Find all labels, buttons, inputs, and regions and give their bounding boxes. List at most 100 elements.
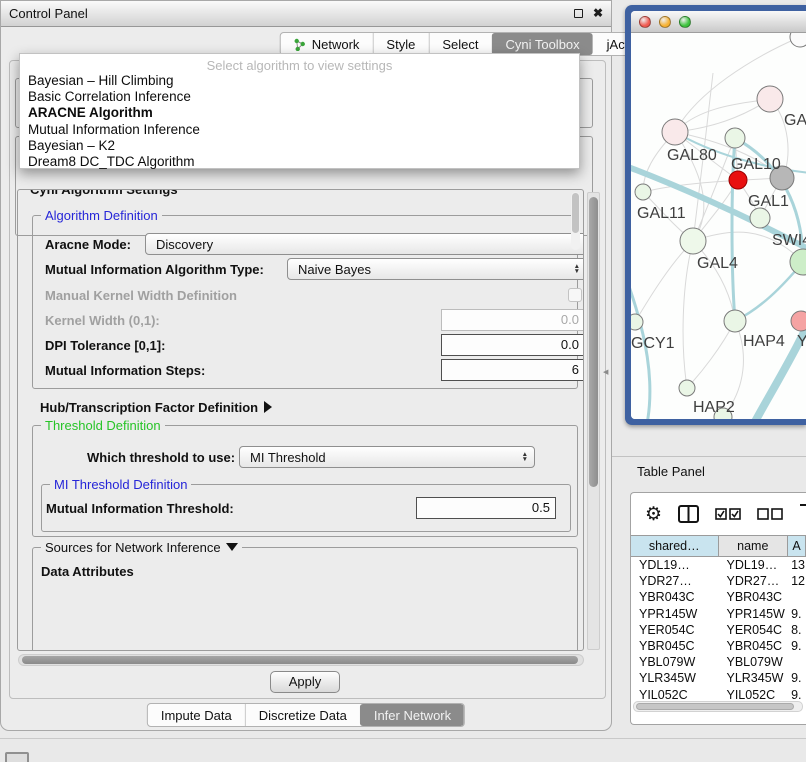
control-panel-titlebar[interactable]: Control Panel ✖ (1, 1, 611, 27)
network-node[interactable] (662, 119, 688, 145)
network-node-label: SWI4 (772, 232, 806, 249)
table-cell: YPR145W (631, 606, 718, 622)
zoom-traffic-light[interactable] (679, 16, 691, 28)
table-row[interactable]: YIL052CYIL052C9. (631, 687, 806, 702)
network-node[interactable] (724, 310, 746, 332)
minimize-traffic-light[interactable] (659, 16, 671, 28)
table-row[interactable]: YER054CYER054C8. (631, 622, 806, 638)
down-arrow-icon (226, 543, 238, 551)
bottom-tabs: Impute DataDiscretize DataInfer Network (147, 703, 465, 727)
table-cell (788, 589, 806, 605)
table-row[interactable]: YBR043CYBR043C (631, 589, 806, 605)
table-panel-title: Table Panel (637, 464, 705, 479)
table-header: shared…nameA (631, 535, 806, 557)
network-node[interactable] (725, 128, 745, 148)
tab-select[interactable]: Select (428, 33, 491, 55)
control-panel-window: Control Panel ✖ NetworkStyleSelectCyni T… (0, 0, 612, 731)
right-arrow-icon (264, 401, 272, 413)
network-node[interactable] (729, 171, 747, 189)
algorithm-definition-group: Algorithm Definition Aracne Mode: Discov… (32, 215, 578, 389)
network-window-titlebar[interactable] (631, 11, 806, 33)
table-row[interactable]: YBR045CYBR045C9. (631, 638, 806, 654)
manual-kernel-width-checkbox[interactable] (568, 288, 582, 302)
kernel-width-label: Kernel Width (0,1): (45, 313, 160, 328)
mi-threshold-label: Mutual Information Threshold: (46, 501, 234, 516)
apply-button[interactable]: Apply (270, 671, 340, 693)
settings-horizontal-scrollbar[interactable] (18, 654, 584, 666)
network-node-label: GAL80 (667, 147, 717, 164)
table-cell: YBL079W (631, 654, 718, 670)
network-node[interactable] (680, 228, 706, 254)
network-canvas[interactable]: GALGAL80GAL10GAL1SWI4GAL11GAL4GCY1HAP4YH… (631, 33, 806, 419)
dropdown-item[interactable]: Mutual Information Inference (20, 122, 579, 138)
table-row[interactable]: YDR27…YDR27…12 (631, 573, 806, 589)
corner-mini-button[interactable] (5, 752, 29, 762)
hub-definition-toggle[interactable]: Hub/Transcription Factor Definition (40, 400, 272, 415)
network-node[interactable] (750, 208, 770, 228)
dropdown-item[interactable]: Dream8 DC_TDC Algorithm (20, 154, 579, 170)
columns-icon[interactable] (678, 505, 699, 523)
tab-infer-network[interactable]: Infer Network (360, 704, 464, 726)
which-threshold-select[interactable]: MI Threshold ▲▼ (239, 446, 535, 468)
float-window-icon[interactable] (574, 9, 583, 18)
tab-style[interactable]: Style (372, 33, 428, 55)
column-header[interactable]: A (788, 536, 806, 556)
table-panel-divider (612, 456, 806, 457)
dropdown-item[interactable]: Bayesian – Hill Climbing (20, 73, 579, 89)
table-row[interactable]: YLR345WYLR345W9. (631, 670, 806, 686)
checked-boxes-icon[interactable] (715, 508, 741, 520)
network-node[interactable] (635, 184, 651, 200)
table-rows: YDL19…YDL19…13YDR27…YDR27…12YBR043CYBR04… (631, 557, 806, 701)
tab-impute-data[interactable]: Impute Data (148, 704, 245, 726)
table-cell: YER054C (718, 622, 788, 638)
close-icon[interactable]: ✖ (593, 9, 603, 18)
unchecked-boxes-icon[interactable] (757, 508, 783, 520)
tab-cyni-toolbox[interactable]: Cyni Toolbox (491, 33, 592, 55)
table-cell: YDR27… (631, 573, 718, 589)
table-row[interactable]: YDL19…YDL19…13 (631, 557, 806, 573)
dpi-tolerance-field[interactable]: 0.0 (441, 334, 584, 356)
column-header[interactable]: shared… (631, 536, 719, 556)
table-cell: 13 (788, 557, 806, 573)
aracne-mode-select[interactable]: Discovery ▲▼ (145, 233, 584, 255)
network-node[interactable] (679, 380, 695, 396)
mi-steps-field[interactable]: 6 (441, 359, 584, 381)
settings-vertical-scrollbar[interactable] (587, 192, 600, 650)
kernel-width-field[interactable]: 0.0 (441, 309, 584, 331)
table-row[interactable]: YPR145WYPR145W9. (631, 606, 806, 622)
network-node[interactable] (757, 86, 783, 112)
tab-network[interactable]: Network (281, 33, 373, 55)
panel-splitter-icon[interactable]: ◀ (603, 368, 608, 376)
group-title: MI Threshold Definition (50, 477, 191, 492)
stepper-icon: ▲▼ (574, 264, 580, 274)
close-traffic-light[interactable] (639, 16, 651, 28)
table-horizontal-scrollbar[interactable] (633, 701, 803, 712)
network-node[interactable] (631, 314, 643, 330)
attributes-scrollbar[interactable] (571, 192, 580, 250)
network-icon (294, 38, 307, 51)
table-cell: YLR345W (631, 670, 718, 686)
table-cell: YIL052C (718, 687, 788, 702)
group-title: Threshold Definition (41, 418, 165, 433)
network-node[interactable] (790, 33, 806, 47)
dropdown-item[interactable]: Basic Correlation Inference (20, 89, 579, 105)
dropdown-item[interactable]: ARACNE Algorithm (20, 105, 579, 121)
table-row[interactable]: YBL079WYBL079W (631, 654, 806, 670)
manual-kernel-width-label: Manual Kernel Width Definition (45, 288, 237, 303)
table-cell: 9. (788, 606, 806, 622)
network-node[interactable] (791, 311, 806, 331)
dropdown-item[interactable]: Bayesian – K2 (20, 138, 579, 154)
sources-group: Sources for Network Inference Data Attri… (32, 547, 578, 651)
sources-toggle[interactable]: Sources for Network Inference (41, 540, 242, 555)
aracne-mode-label: Aracne Mode: (45, 237, 131, 252)
mi-threshold-field[interactable]: 0.5 (416, 497, 556, 519)
mi-algorithm-type-select[interactable]: Naive Bayes ▲▼ (287, 258, 584, 280)
network-node-label: GAL1 (748, 193, 789, 210)
column-header[interactable]: name (719, 536, 789, 556)
document-icon[interactable] (799, 504, 806, 524)
network-node-label: GAL4 (697, 255, 738, 272)
gear-icon[interactable]: ⚙ (645, 503, 662, 526)
table-cell: YBR043C (718, 589, 788, 605)
group-title: Cyni Algorithm Settings (26, 189, 182, 197)
tab-discretize-data[interactable]: Discretize Data (245, 704, 360, 726)
